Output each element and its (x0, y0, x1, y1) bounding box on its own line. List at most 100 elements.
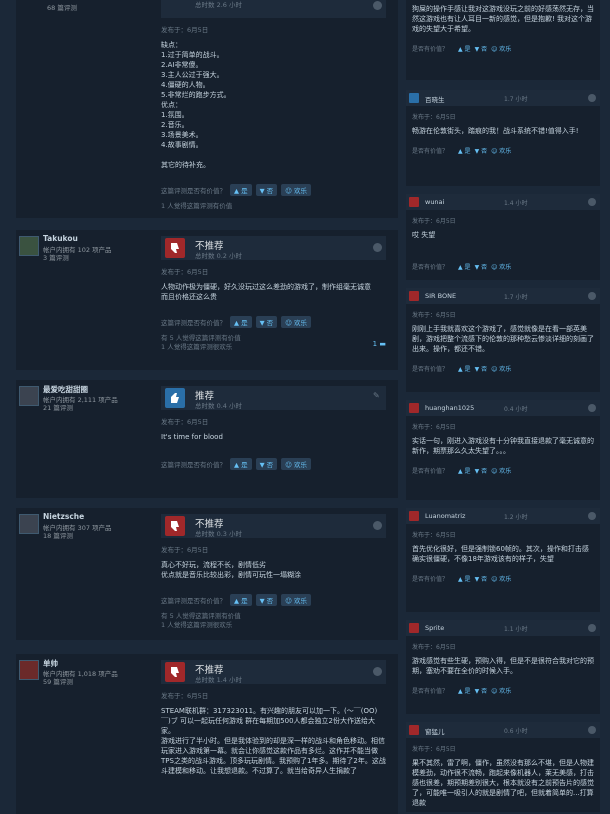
vote-no-button[interactable]: ▼ 否 (475, 44, 488, 53)
review-body: 畅游在伦敦街头，踏痕的我！战斗系统不错!值得入手! (412, 127, 579, 135)
playtime: 1.2 小时 (504, 514, 528, 521)
helpful-question: 是否有价值？ (412, 688, 449, 695)
vote-no-button[interactable]: ▼ 否 (475, 574, 488, 583)
thumbs-down-icon: ▼ (259, 461, 267, 469)
posted-date: 发布于：6月5日 (412, 218, 456, 225)
vote-yes-button[interactable]: ▲ 是 (458, 262, 471, 271)
playtime: 总时数 2.6 小时 (195, 1, 242, 9)
vote-no-button[interactable]: ▼ 否 (475, 146, 488, 155)
vote-funny-button[interactable]: ☺ 欢乐 (491, 466, 511, 475)
reviewer-name[interactable]: 百晓生 (425, 94, 445, 104)
vote-no-button[interactable]: ▼ 否 (255, 184, 278, 196)
review-card-0: 68 篇评测 总时数 2.6 小时 发布于：6月5日 缺点： 1.过于简单的战斗… (16, 0, 398, 218)
reviewer-review-count[interactable]: 59 篇评测 (43, 676, 73, 686)
vote-no-button[interactable]: ▼ 否 (475, 262, 488, 271)
playtime: 1.7 小时 (504, 96, 528, 103)
playtime: 总时数 0.2 小时 (195, 252, 242, 260)
vote-yes-button[interactable]: ▲ 是 (458, 44, 471, 53)
reviewer-review-count[interactable]: 18 篇评测 (43, 530, 73, 540)
steam-icon (588, 726, 596, 734)
vote-yes-button[interactable]: ▲ 是 (230, 594, 252, 606)
playtime: 0.4 小时 (504, 406, 528, 413)
steam-icon (373, 667, 382, 676)
helpful-question: 是否有价值？ (412, 148, 449, 155)
avatar[interactable] (19, 660, 39, 680)
vote-yes-button[interactable]: ▲ 是 (458, 574, 471, 583)
recent-review-5: Luanomatriz 1.2 小时 发布于：6月5日 首先优化很好，但是强制锁… (406, 508, 600, 612)
review-header: Sprite 1.1 小时 (406, 620, 600, 636)
playtime: 1.7 小时 (504, 294, 528, 301)
vote-no-button[interactable]: ▼ 否 (475, 364, 488, 373)
vote-yes-button[interactable]: ▲ 是 (458, 686, 471, 695)
vote-funny-button[interactable]: ☺ 欢乐 (281, 594, 311, 606)
reviewer-review-count[interactable]: 21 篇评测 (43, 402, 73, 412)
reviewer-name[interactable]: huanghan1025 (425, 404, 474, 412)
vote-funny-button[interactable]: ☺ 欢乐 (491, 686, 511, 695)
posted-date: 发布于：6月5日 (412, 746, 456, 753)
reviewer-review-count[interactable]: 3 篇评测 (43, 252, 69, 262)
review-body: 哎 失望 (412, 231, 436, 239)
thumbs-down-icon (409, 197, 419, 207)
vote-funny-button[interactable]: ☺ 欢乐 (281, 316, 311, 328)
reviewer-name[interactable]: 窗猛儿 (425, 726, 445, 736)
award-icon[interactable]: ✎ (373, 391, 382, 400)
reviewer-name[interactable]: Luanomatriz (425, 512, 465, 520)
steam-icon (588, 624, 596, 632)
steam-icon (588, 198, 596, 206)
thumbs-down-icon (409, 511, 419, 521)
vote-no-button[interactable]: ▼ 否 (475, 466, 488, 475)
reviewer-name[interactable]: Nietzsche (43, 512, 84, 521)
recent-review-4: huanghan1025 0.4 小时 发布于：6月5日 实话一句，刚进入游戏没… (406, 400, 600, 500)
review-body: STEAM联机群：317323011。有兴趣的朋友可以加一下。(～￣(OO)￣)… (161, 707, 386, 775)
playtime: 1.1 小时 (504, 626, 528, 633)
reviewer-name[interactable]: SIR BONE (425, 292, 456, 300)
thumbs-down-icon (409, 403, 419, 413)
steam-icon (373, 1, 382, 10)
playtime: 0.6 小时 (504, 728, 528, 735)
vote-funny-button[interactable]: ☺ 欢乐 (491, 364, 511, 373)
vote-yes-button[interactable]: ▲ 是 (230, 458, 252, 470)
vote-no-button[interactable]: ▼ 否 (255, 594, 278, 606)
posted-date: 发布于：6月5日 (161, 26, 209, 34)
avatar[interactable] (19, 514, 39, 534)
vote-no-button[interactable]: ▼ 否 (255, 458, 278, 470)
vote-funny-button[interactable]: ☺ 欢乐 (491, 574, 511, 583)
helpful-row: 这篇评测是否有价值？ ▲ 是 ▼ 否 ☺ 欢乐 (161, 458, 386, 470)
vote-funny-button[interactable]: ☺ 欢乐 (281, 184, 311, 196)
vote-funny-button[interactable]: ☺ 欢乐 (491, 146, 511, 155)
vote-funny-button[interactable]: ☺ 欢乐 (491, 262, 511, 271)
posted-date: 发布于：6月5日 (161, 692, 209, 700)
vote-header: 不推荐 总时数 0.3 小时 (161, 514, 386, 538)
reviewer-name[interactable]: Takukou (43, 234, 78, 243)
helpful-question: 这篇评测是否有价值？ (161, 597, 226, 605)
steam-icon (373, 243, 382, 252)
comment-icon: ▬ (379, 340, 386, 348)
reviewer-name[interactable]: Sprite (425, 624, 444, 632)
avatar[interactable] (19, 236, 39, 256)
steam-icon (588, 94, 596, 102)
vote-yes-button[interactable]: ▲ 是 (458, 146, 471, 155)
thumbs-down-icon: ▼ (259, 597, 267, 605)
review-header: 窗猛儿 0.6 小时 (406, 722, 600, 738)
vote-no-button[interactable]: ▼ 否 (475, 686, 488, 695)
vote-funny-button[interactable]: ☺ 欢乐 (281, 458, 311, 470)
vote-yes-button[interactable]: ▲ 是 (458, 466, 471, 475)
thumbs-up-icon (165, 388, 185, 408)
comment-count[interactable]: 1 ▬ (373, 340, 386, 348)
recent-review-6: Sprite 1.1 小时 发布于：6月5日 游戏感觉有些生硬，预购入得，但是不… (406, 620, 600, 714)
thumbs-down-icon (165, 662, 185, 682)
vote-yes-button[interactable]: ▲ 是 (458, 364, 471, 373)
avatar[interactable] (19, 386, 39, 406)
vote-no-button[interactable]: ▼ 否 (255, 316, 278, 328)
helpful-question: 是否有价值？ (412, 264, 449, 271)
review-body: 缺点： 1.过于简单的战斗。 2.AI非常傻。 3.主人公过于强大。 4.僵硬的… (161, 41, 231, 169)
vote-funny-button[interactable]: ☺ 欢乐 (491, 44, 511, 53)
smiley-icon: ☺ (285, 319, 294, 327)
reviewer-name[interactable]: wunai (425, 198, 444, 206)
vote-yes-button[interactable]: ▲ 是 (230, 316, 252, 328)
vote-yes-button[interactable]: ▲ 是 (230, 184, 252, 196)
recent-review-1: 百晓生 1.7 小时 发布于：6月5日 畅游在伦敦街头，踏痕的我！战斗系统不错!… (406, 90, 600, 186)
steam-icon (373, 521, 382, 530)
helpful-question: 是否有价值？ (412, 468, 449, 475)
thumbs-down-icon (409, 291, 419, 301)
